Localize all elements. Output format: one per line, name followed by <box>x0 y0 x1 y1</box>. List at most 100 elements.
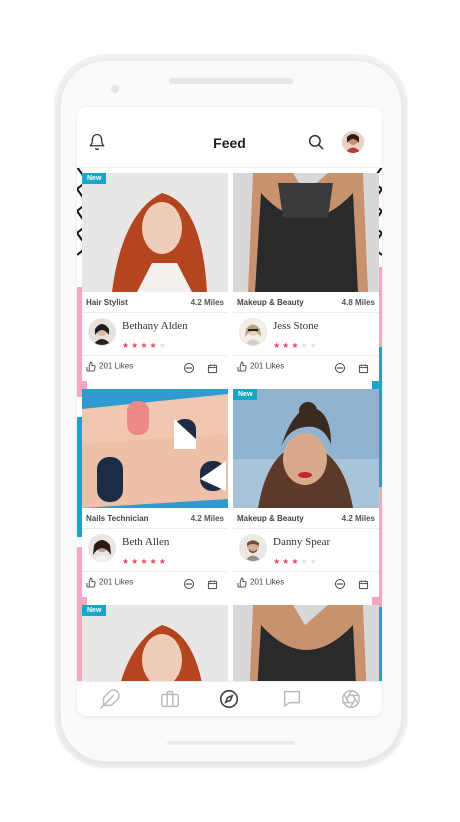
chat-icon[interactable] <box>183 361 195 379</box>
star-filled-icon: ★ <box>291 341 299 350</box>
like-button[interactable]: 201 Likes <box>237 361 284 372</box>
provider-avatar[interactable] <box>88 318 116 346</box>
app-screen: Feed New Hair Stylist 4.2 Miles Bethany … <box>77 107 382 716</box>
provider-name: Danny Spear <box>273 536 331 548</box>
card-photo[interactable] <box>233 173 379 292</box>
bottom-tab-bar <box>77 681 382 716</box>
page-title: Feed <box>213 135 246 151</box>
calendar-icon[interactable] <box>358 361 369 379</box>
feather-icon[interactable] <box>99 688 121 710</box>
star-filled-icon: ★ <box>282 557 290 566</box>
feed-grid: New Hair Stylist 4.2 Miles Bethany Alden… <box>77 167 382 681</box>
card-actions: 201 Likes <box>237 577 375 591</box>
chat-icon[interactable] <box>334 361 346 379</box>
card-photo[interactable] <box>82 389 228 508</box>
like-button[interactable]: 201 Likes <box>86 577 133 588</box>
likes-count: 201 Likes <box>99 577 134 587</box>
likes-count: 201 Likes <box>250 361 285 371</box>
star-filled-icon: ★ <box>140 341 148 350</box>
divider <box>233 528 379 529</box>
provider-avatar[interactable] <box>239 534 267 562</box>
star-empty-icon: ★ <box>300 341 308 350</box>
like-icon[interactable] <box>86 361 97 372</box>
provider-card[interactable]: New Hair Stylist 4.2 Miles Bethany Alden… <box>82 173 228 381</box>
provider-card[interactable]: New <box>82 605 228 681</box>
chat-icon[interactable] <box>183 577 195 595</box>
star-filled-icon: ★ <box>131 341 139 350</box>
card-actions: 201 Likes <box>237 361 375 375</box>
star-empty-icon: ★ <box>309 341 317 350</box>
star-filled-icon: ★ <box>149 341 157 350</box>
star-filled-icon: ★ <box>158 557 166 566</box>
star-filled-icon: ★ <box>273 341 281 350</box>
chat-icon[interactable] <box>334 577 346 595</box>
divider <box>233 355 379 356</box>
provider-name: Beth Allen <box>122 536 170 548</box>
aperture-icon[interactable] <box>340 688 362 710</box>
divider <box>233 312 379 313</box>
distance: 4.2 Miles <box>190 298 224 307</box>
star-filled-icon: ★ <box>131 557 139 566</box>
like-icon[interactable] <box>237 577 248 588</box>
rating-stars: ★ ★ ★ ★ ★ <box>122 551 182 566</box>
distance: 4.8 Miles <box>341 298 375 307</box>
new-badge: New <box>82 605 107 616</box>
rating-stars: ★ ★ ★ ★ ★ <box>273 551 333 566</box>
divider <box>82 571 228 572</box>
briefcase-icon[interactable] <box>159 688 181 710</box>
calendar-icon[interactable] <box>207 361 218 379</box>
provider-avatar[interactable] <box>239 318 267 346</box>
like-button[interactable]: 201 Likes <box>86 361 133 372</box>
calendar-icon[interactable] <box>207 577 218 595</box>
search-icon[interactable] <box>307 133 325 156</box>
like-icon[interactable] <box>86 577 97 588</box>
card-photo[interactable]: New <box>82 605 228 681</box>
divider <box>233 571 379 572</box>
provider-avatar[interactable] <box>88 534 116 562</box>
card-photo[interactable]: New <box>82 173 228 292</box>
provider-card[interactable]: Nails Technician 4.2 Miles Beth Allen ★ ★… <box>82 389 228 597</box>
new-badge: New <box>82 173 107 184</box>
card-photo[interactable] <box>233 605 379 681</box>
star-filled-icon: ★ <box>122 557 130 566</box>
home-indicator <box>167 741 295 745</box>
star-filled-icon: ★ <box>122 341 130 350</box>
calendar-icon[interactable] <box>358 577 369 595</box>
divider <box>82 528 228 529</box>
likes-count: 201 Likes <box>250 577 285 587</box>
front-camera <box>111 85 119 93</box>
provider-name: Jess Stone <box>273 320 319 332</box>
chat-bubble-icon[interactable] <box>281 688 303 710</box>
distance: 4.2 Miles <box>341 514 375 523</box>
provider-card[interactable]: New Makeup & Beauty 4.2 Miles Danny Spea… <box>233 389 379 597</box>
star-filled-icon: ★ <box>291 557 299 566</box>
like-icon[interactable] <box>237 361 248 372</box>
likes-count: 201 Likes <box>99 361 134 371</box>
top-app-bar: Feed <box>77 107 382 168</box>
rating-stars: ★ ★ ★ ★ ★ <box>122 335 182 350</box>
star-empty-icon: ★ <box>158 341 166 350</box>
provider-card[interactable] <box>233 605 379 681</box>
card-actions: 201 Likes <box>86 577 224 591</box>
distance: 4.2 Miles <box>190 514 224 523</box>
star-empty-icon: ★ <box>300 557 308 566</box>
card-actions: 201 Likes <box>86 361 224 375</box>
star-empty-icon: ★ <box>309 557 317 566</box>
star-filled-icon: ★ <box>282 341 290 350</box>
service-category: Makeup & Beauty <box>237 514 304 523</box>
compass-icon[interactable] <box>218 688 240 710</box>
new-badge: New <box>233 389 258 400</box>
star-filled-icon: ★ <box>273 557 281 566</box>
avatar[interactable] <box>342 131 364 153</box>
divider <box>82 312 228 313</box>
service-category: Makeup & Beauty <box>237 298 304 307</box>
rating-stars: ★ ★ ★ ★ ★ <box>273 335 333 350</box>
like-button[interactable]: 201 Likes <box>237 577 284 588</box>
star-filled-icon: ★ <box>149 557 157 566</box>
card-photo[interactable]: New <box>233 389 379 508</box>
divider <box>82 355 228 356</box>
star-filled-icon: ★ <box>140 557 148 566</box>
provider-card[interactable]: Makeup & Beauty 4.8 Miles Jess Stone ★ ★ ★… <box>233 173 379 381</box>
provider-name: Bethany Alden <box>122 320 188 332</box>
service-category: Nails Technician <box>86 514 149 523</box>
